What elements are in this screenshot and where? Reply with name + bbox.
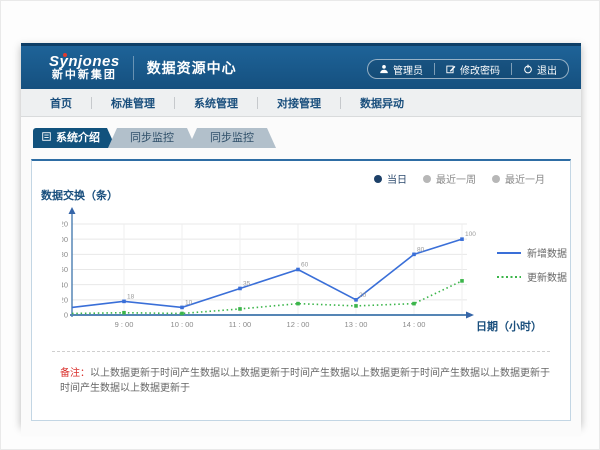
footnote: 备注：以上数据更新于时间产生数据以上数据更新于时间产生数据以上数据更新于时间产生… <box>60 364 550 394</box>
nav-item-2[interactable]: 系统管理 <box>175 95 257 111</box>
svg-text:9 : 00: 9 : 00 <box>115 320 134 329</box>
tab-label: 同步监控 <box>130 132 174 144</box>
footnote-prefix: 备注： <box>60 368 90 379</box>
logo-accent <box>63 53 67 57</box>
tab-0[interactable]: 系统介绍 <box>33 128 116 148</box>
note-divider <box>52 351 550 352</box>
radio-icon <box>423 175 431 183</box>
svg-text:10 : 00: 10 : 00 <box>171 320 194 329</box>
tab-bar: 系统介绍 同步监控 同步监控 <box>33 128 581 148</box>
nav-item-0[interactable]: 首页 <box>31 95 91 111</box>
footnote-text: 以上数据更新于时间产生数据以上数据更新于时间产生数据以上数据更新于时间产生数据以… <box>60 368 550 394</box>
logo-brand-text: Synjones <box>49 54 120 70</box>
svg-text:20: 20 <box>359 292 367 299</box>
svg-text:100: 100 <box>62 235 68 244</box>
change-password-button[interactable]: 修改密码 <box>435 60 511 78</box>
svg-text:35: 35 <box>243 280 251 287</box>
tab-label: 同步监控 <box>210 132 254 144</box>
svg-text:14 : 00: 14 : 00 <box>403 320 426 329</box>
svg-text:60: 60 <box>301 262 309 269</box>
tab-1[interactable]: 同步监控 <box>108 128 196 148</box>
logout-button[interactable]: 退出 <box>512 60 568 78</box>
legend-item-0[interactable]: 新增数据 <box>497 245 567 260</box>
nav-item-3[interactable]: 对接管理 <box>258 95 340 111</box>
content-area: 系统介绍 同步监控 同步监控 当日 最近一周 最近一月 数据交换（条） 0 20 40 60 8… <box>21 128 581 436</box>
svg-text:13 : 00: 13 : 00 <box>345 320 368 329</box>
svg-text:40: 40 <box>62 280 68 289</box>
svg-text:10: 10 <box>185 299 193 306</box>
legend-line-sample <box>497 274 521 280</box>
main-nav: 首页标准管理系统管理对接管理数据异动 <box>21 89 581 117</box>
logo-company-text: 新中新集团 <box>49 70 120 82</box>
header-divider <box>133 56 134 80</box>
svg-text:12 : 00: 12 : 00 <box>287 320 310 329</box>
page-title: 数据资源中心 <box>147 58 237 78</box>
range-option-label: 最近一月 <box>505 171 545 186</box>
svg-text:20: 20 <box>62 295 68 304</box>
svg-text:11 : 00: 11 : 00 <box>229 320 251 329</box>
user-button[interactable]: 管理员 <box>368 60 434 78</box>
range-option-label: 当日 <box>387 171 407 186</box>
range-option-2[interactable]: 最近一月 <box>492 171 545 186</box>
svg-text:100: 100 <box>465 231 476 238</box>
svg-text:0: 0 <box>64 311 68 320</box>
chart-legend: 新增数据更新数据 <box>497 245 567 293</box>
legend-line-sample <box>497 250 521 256</box>
radio-icon <box>374 175 382 183</box>
range-option-1[interactable]: 最近一周 <box>423 171 476 186</box>
svg-text:120: 120 <box>62 220 68 229</box>
tab-label: 系统介绍 <box>56 128 100 148</box>
svg-text:80: 80 <box>62 250 68 259</box>
range-option-0[interactable]: 当日 <box>374 171 407 186</box>
svg-text:18: 18 <box>127 293 135 300</box>
legend-item-1[interactable]: 更新数据 <box>497 269 567 284</box>
range-option-label: 最近一周 <box>436 171 476 186</box>
chart-panel: 当日 最近一周 最近一月 数据交换（条） 0 20 40 60 80 100 120 9 : 00… <box>31 159 571 421</box>
screenshot-root: Synjones 新中新集团 数据资源中心 管理员 修改密 <box>0 0 600 450</box>
user-toolbar: 管理员 修改密码 退出 <box>367 59 569 79</box>
line-chart: 0 20 40 60 80 100 120 9 : 00 10 : 00 11 : 00 12 : … <box>62 205 482 337</box>
legend-label: 新增数据 <box>527 245 567 260</box>
user-icon <box>379 64 389 74</box>
power-icon <box>523 64 533 74</box>
document-icon <box>42 128 51 148</box>
x-axis-title: 日期（小时） <box>476 318 542 334</box>
edit-icon <box>446 64 456 74</box>
logo: Synjones 新中新集团 <box>49 54 120 81</box>
nav-item-4[interactable]: 数据异动 <box>341 95 423 111</box>
range-filter: 当日 最近一周 最近一月 <box>374 171 545 186</box>
nav-item-1[interactable]: 标准管理 <box>92 95 174 111</box>
app-window: Synjones 新中新集团 数据资源中心 管理员 修改密 <box>21 43 581 425</box>
app-header: Synjones 新中新集团 数据资源中心 管理员 修改密 <box>21 43 581 89</box>
tab-2[interactable]: 同步监控 <box>188 128 276 148</box>
legend-label: 更新数据 <box>527 269 567 284</box>
svg-text:60: 60 <box>62 265 68 274</box>
svg-text:80: 80 <box>417 246 425 253</box>
y-axis-title: 数据交换（条） <box>41 187 118 203</box>
line-chart-svg: 0 20 40 60 80 100 120 9 : 00 10 : 00 11 : 00 12 : … <box>62 205 482 337</box>
radio-icon <box>492 175 500 183</box>
